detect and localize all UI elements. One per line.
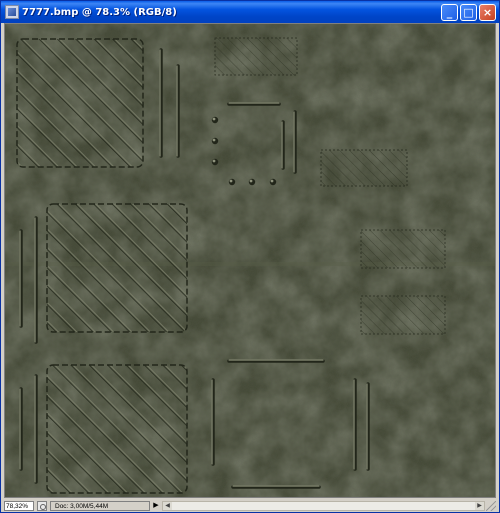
maximize-button[interactable]: □ <box>460 4 477 21</box>
title-bar[interactable]: 7777.bmp @ 78.3% (RGB/8) _ □ × <box>1 1 499 23</box>
hatched-panel <box>16 38 144 168</box>
zoom-field[interactable]: 78,32% <box>4 501 34 511</box>
window-controls: _ □ × <box>441 4 496 21</box>
horizontal-scrollbar[interactable]: ◀ ▶ <box>162 501 485 511</box>
resize-grip-icon[interactable] <box>486 501 496 511</box>
status-bar: 78,32% Doc: 3,00M/5,44M ▶ ◀ ▶ <box>4 500 496 512</box>
window-title: 7777.bmp @ 78.3% (RGB/8) <box>22 6 177 18</box>
small-hatched-panel <box>360 229 446 269</box>
hatched-panel <box>46 203 188 333</box>
status-menu-arrow-icon[interactable]: ▶ <box>152 501 160 511</box>
hatched-panel <box>46 364 188 494</box>
close-button[interactable]: × <box>479 4 496 21</box>
minimize-button[interactable]: _ <box>441 4 458 21</box>
doc-size-readout: Doc: 3,00M/5,44M <box>50 501 150 511</box>
document-window: 7777.bmp @ 78.3% (RGB/8) _ □ × 78,32% Do… <box>0 0 500 513</box>
small-hatched-panel <box>360 295 446 335</box>
small-hatched-panel <box>320 149 408 187</box>
status-info-icon[interactable] <box>37 501 47 511</box>
small-hatched-panel <box>214 37 298 76</box>
scroll-right-icon[interactable]: ▶ <box>475 502 484 510</box>
scroll-left-icon[interactable]: ◀ <box>163 502 172 510</box>
document-icon[interactable] <box>5 5 19 19</box>
image-canvas[interactable] <box>4 23 496 498</box>
texture-image[interactable] <box>5 24 495 497</box>
